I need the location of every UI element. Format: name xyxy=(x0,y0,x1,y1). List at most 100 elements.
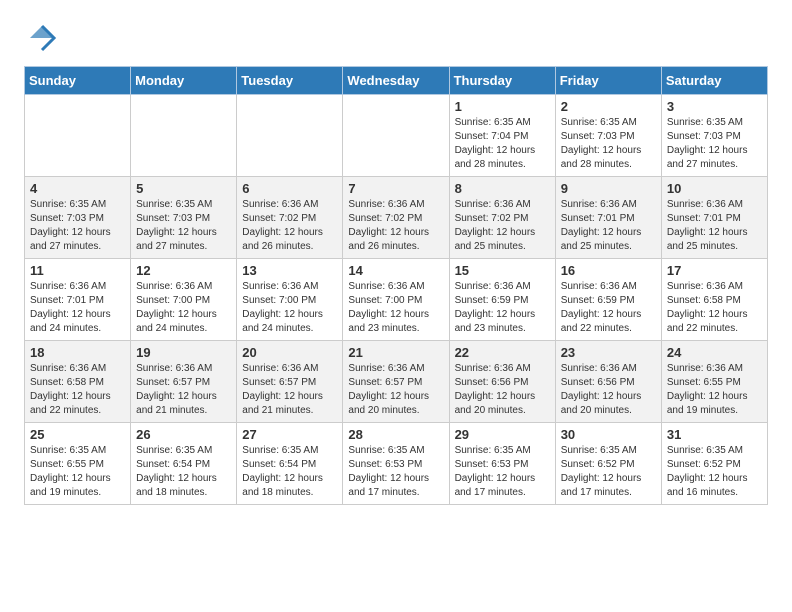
day-info: Sunrise: 6:36 AM Sunset: 6:59 PM Dayligh… xyxy=(561,280,656,336)
day-number: 22 xyxy=(455,345,550,360)
day-number: 10 xyxy=(667,181,762,196)
day-number: 7 xyxy=(348,181,443,196)
day-number: 19 xyxy=(136,345,231,360)
header-day-sunday: Sunday xyxy=(25,67,131,95)
calendar-cell: 26 Sunrise: 6:35 AM Sunset: 6:54 PM Dayli… xyxy=(131,423,237,505)
calendar-cell: 18Sunrise: 6:36 AM Sunset: 6:58 PM Dayli… xyxy=(25,341,131,423)
calendar-cell: 7 Sunrise: 6:36 AM Sunset: 7:02 PM Daylig… xyxy=(343,177,449,259)
day-info: Sunrise: 6:35 AM Sunset: 6:53 PM Dayligh… xyxy=(455,444,550,500)
calendar-cell: 19 Sunrise: 6:36 AM Sunset: 6:57 PM Dayli… xyxy=(131,341,237,423)
calendar-cell: 12 Sunrise: 6:36 AM Sunset: 7:00 PM Dayli… xyxy=(131,259,237,341)
day-info: Sunrise: 6:35 AM Sunset: 6:53 PM Dayligh… xyxy=(348,444,443,500)
day-info: Sunrise: 6:36 AM Sunset: 7:01 PM Dayligh… xyxy=(561,198,656,254)
day-info: Sunrise: 6:35 AM Sunset: 6:54 PM Dayligh… xyxy=(242,444,337,500)
day-info: Sunrise: 6:35 AM Sunset: 7:03 PM Dayligh… xyxy=(561,116,656,172)
calendar-cell: 11Sunrise: 6:36 AM Sunset: 7:01 PM Dayli… xyxy=(25,259,131,341)
day-number: 29 xyxy=(455,427,550,442)
day-number: 23 xyxy=(561,345,656,360)
day-info: Sunrise: 6:36 AM Sunset: 6:57 PM Dayligh… xyxy=(136,362,231,418)
calendar-cell: 6 Sunrise: 6:36 AM Sunset: 7:02 PM Daylig… xyxy=(237,177,343,259)
header-day-monday: Monday xyxy=(131,67,237,95)
day-info: Sunrise: 6:35 AM Sunset: 6:55 PM Dayligh… xyxy=(30,444,125,500)
day-number: 9 xyxy=(561,181,656,196)
day-info: Sunrise: 6:36 AM Sunset: 6:57 PM Dayligh… xyxy=(348,362,443,418)
week-row-1: 1 Sunrise: 6:35 AM Sunset: 7:04 PM Daylig… xyxy=(25,95,768,177)
day-number: 13 xyxy=(242,263,337,278)
calendar-cell: 16 Sunrise: 6:36 AM Sunset: 6:59 PM Dayli… xyxy=(555,259,661,341)
day-number: 27 xyxy=(242,427,337,442)
day-number: 6 xyxy=(242,181,337,196)
day-number: 8 xyxy=(455,181,550,196)
day-info: Sunrise: 6:35 AM Sunset: 7:03 PM Dayligh… xyxy=(30,198,125,254)
week-row-4: 18Sunrise: 6:36 AM Sunset: 6:58 PM Dayli… xyxy=(25,341,768,423)
page: SundayMondayTuesdayWednesdayThursdayFrid… xyxy=(0,0,792,525)
day-number: 15 xyxy=(455,263,550,278)
day-info: Sunrise: 6:36 AM Sunset: 7:00 PM Dayligh… xyxy=(348,280,443,336)
day-info: Sunrise: 6:36 AM Sunset: 6:55 PM Dayligh… xyxy=(667,362,762,418)
day-info: Sunrise: 6:36 AM Sunset: 7:00 PM Dayligh… xyxy=(242,280,337,336)
calendar-cell: 25Sunrise: 6:35 AM Sunset: 6:55 PM Dayli… xyxy=(25,423,131,505)
day-number: 4 xyxy=(30,181,125,196)
header-day-tuesday: Tuesday xyxy=(237,67,343,95)
calendar-cell: 14 Sunrise: 6:36 AM Sunset: 7:00 PM Dayli… xyxy=(343,259,449,341)
week-row-3: 11Sunrise: 6:36 AM Sunset: 7:01 PM Dayli… xyxy=(25,259,768,341)
calendar-cell: 10Sunrise: 6:36 AM Sunset: 7:01 PM Dayli… xyxy=(661,177,767,259)
day-number: 2 xyxy=(561,99,656,114)
calendar-cell: 20 Sunrise: 6:36 AM Sunset: 6:57 PM Dayli… xyxy=(237,341,343,423)
day-number: 3 xyxy=(667,99,762,114)
calendar-cell: 23 Sunrise: 6:36 AM Sunset: 6:56 PM Dayli… xyxy=(555,341,661,423)
day-number: 17 xyxy=(667,263,762,278)
calendar-cell xyxy=(131,95,237,177)
calendar-cell: 13 Sunrise: 6:36 AM Sunset: 7:00 PM Dayli… xyxy=(237,259,343,341)
calendar-cell: 1 Sunrise: 6:35 AM Sunset: 7:04 PM Daylig… xyxy=(449,95,555,177)
day-number: 12 xyxy=(136,263,231,278)
day-number: 1 xyxy=(455,99,550,114)
day-info: Sunrise: 6:36 AM Sunset: 6:56 PM Dayligh… xyxy=(455,362,550,418)
calendar-cell: 28Sunrise: 6:35 AM Sunset: 6:53 PM Dayli… xyxy=(343,423,449,505)
day-number: 31 xyxy=(667,427,762,442)
calendar-cell xyxy=(237,95,343,177)
day-info: Sunrise: 6:36 AM Sunset: 6:56 PM Dayligh… xyxy=(561,362,656,418)
calendar-table: SundayMondayTuesdayWednesdayThursdayFrid… xyxy=(24,66,768,505)
day-info: Sunrise: 6:35 AM Sunset: 6:54 PM Dayligh… xyxy=(136,444,231,500)
calendar-cell xyxy=(343,95,449,177)
day-info: Sunrise: 6:36 AM Sunset: 7:02 PM Dayligh… xyxy=(242,198,337,254)
day-info: Sunrise: 6:36 AM Sunset: 6:59 PM Dayligh… xyxy=(455,280,550,336)
day-info: Sunrise: 6:35 AM Sunset: 6:52 PM Dayligh… xyxy=(667,444,762,500)
day-number: 26 xyxy=(136,427,231,442)
header-day-saturday: Saturday xyxy=(661,67,767,95)
calendar-cell: 29 Sunrise: 6:35 AM Sunset: 6:53 PM Dayli… xyxy=(449,423,555,505)
day-number: 30 xyxy=(561,427,656,442)
calendar-cell: 27 Sunrise: 6:35 AM Sunset: 6:54 PM Dayli… xyxy=(237,423,343,505)
calendar-cell: 5Sunrise: 6:35 AM Sunset: 7:03 PM Daylig… xyxy=(131,177,237,259)
day-info: Sunrise: 6:35 AM Sunset: 6:52 PM Dayligh… xyxy=(561,444,656,500)
calendar-cell: 3Sunrise: 6:35 AM Sunset: 7:03 PM Daylig… xyxy=(661,95,767,177)
calendar-cell: 30 Sunrise: 6:35 AM Sunset: 6:52 PM Dayli… xyxy=(555,423,661,505)
day-number: 14 xyxy=(348,263,443,278)
logo-icon xyxy=(24,20,60,56)
day-info: Sunrise: 6:36 AM Sunset: 6:58 PM Dayligh… xyxy=(667,280,762,336)
calendar-header: SundayMondayTuesdayWednesdayThursdayFrid… xyxy=(25,67,768,95)
day-number: 16 xyxy=(561,263,656,278)
header-row: SundayMondayTuesdayWednesdayThursdayFrid… xyxy=(25,67,768,95)
calendar-cell: 21 Sunrise: 6:36 AM Sunset: 6:57 PM Dayli… xyxy=(343,341,449,423)
day-info: Sunrise: 6:35 AM Sunset: 7:03 PM Dayligh… xyxy=(136,198,231,254)
calendar-cell: 17 Sunrise: 6:36 AM Sunset: 6:58 PM Dayli… xyxy=(661,259,767,341)
calendar-cell xyxy=(25,95,131,177)
logo xyxy=(24,20,64,56)
day-number: 21 xyxy=(348,345,443,360)
header-day-thursday: Thursday xyxy=(449,67,555,95)
calendar-cell: 24 Sunrise: 6:36 AM Sunset: 6:55 PM Dayli… xyxy=(661,341,767,423)
day-number: 18 xyxy=(30,345,125,360)
day-info: Sunrise: 6:36 AM Sunset: 6:57 PM Dayligh… xyxy=(242,362,337,418)
calendar-cell: 22 Sunrise: 6:36 AM Sunset: 6:56 PM Dayli… xyxy=(449,341,555,423)
day-number: 24 xyxy=(667,345,762,360)
header-day-wednesday: Wednesday xyxy=(343,67,449,95)
day-number: 20 xyxy=(242,345,337,360)
day-info: Sunrise: 6:36 AM Sunset: 7:02 PM Dayligh… xyxy=(348,198,443,254)
header-day-friday: Friday xyxy=(555,67,661,95)
calendar-cell: 15 Sunrise: 6:36 AM Sunset: 6:59 PM Dayli… xyxy=(449,259,555,341)
day-info: Sunrise: 6:35 AM Sunset: 7:04 PM Dayligh… xyxy=(455,116,550,172)
day-info: Sunrise: 6:36 AM Sunset: 7:02 PM Dayligh… xyxy=(455,198,550,254)
day-info: Sunrise: 6:36 AM Sunset: 7:00 PM Dayligh… xyxy=(136,280,231,336)
